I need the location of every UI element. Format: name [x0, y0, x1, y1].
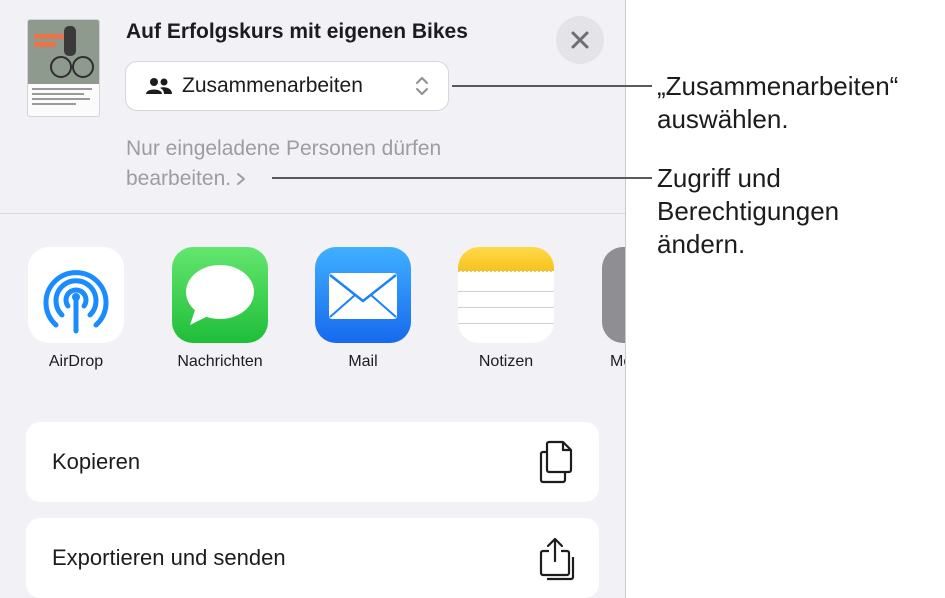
share-icon — [539, 537, 575, 581]
mail-icon — [315, 247, 411, 343]
document-thumbnail — [27, 19, 100, 117]
people-icon — [146, 76, 172, 96]
airdrop-icon — [28, 247, 124, 343]
share-target-messages[interactable]: Nachrichten — [170, 247, 270, 371]
share-target-airdrop[interactable]: AirDrop — [26, 247, 126, 371]
export-label: Exportieren und senden — [52, 545, 286, 570]
export-and-send-button[interactable]: Exportieren und senden — [26, 518, 599, 598]
more-icon — [602, 247, 625, 343]
app-label: Notizen — [478, 353, 534, 370]
messages-icon — [172, 247, 268, 343]
document-title: Auf Erfolgskurs mit eigenen Bikes — [126, 20, 468, 43]
close-icon — [571, 31, 589, 49]
chevron-right-icon — [237, 173, 246, 186]
divider — [0, 213, 625, 214]
permissions-text: Nur eingeladene Personen dürfen bearbeit… — [126, 137, 442, 190]
collaborate-mode-label: Zusammenarbeiten — [182, 74, 363, 97]
callout-leader-line — [272, 177, 652, 179]
copy-label: Kopieren — [52, 449, 141, 474]
notes-icon — [458, 247, 554, 343]
app-label: AirDrop — [48, 353, 104, 370]
callout-leader-line — [452, 85, 652, 87]
close-button[interactable] — [556, 16, 604, 64]
share-sheet: Auf Erfolgskurs mit eigenen Bikes Zusamm… — [0, 0, 626, 598]
collaborate-popup-button[interactable]: Zusammenarbeiten — [125, 61, 449, 111]
copy-button[interactable]: Kopieren — [26, 422, 599, 502]
app-label: Nachrichten — [177, 353, 263, 370]
share-target-mail[interactable]: Mail — [313, 247, 413, 371]
copy-icon — [539, 440, 573, 484]
callout-access: Zugriff und Berechtigungen ändern. — [657, 163, 840, 259]
callout-collaborate: „Zusammenarbeiten“ auswählen. — [657, 71, 899, 134]
permissions-link[interactable]: Nur eingeladene Personen dürfen bearbeit… — [126, 134, 546, 194]
app-label: Mail — [348, 353, 378, 370]
share-target-more[interactable]: Mehr — [600, 247, 625, 371]
app-label: Mehr — [610, 353, 625, 370]
share-target-notes[interactable]: Notizen — [456, 247, 556, 371]
chevron-up-down-icon — [416, 77, 428, 95]
